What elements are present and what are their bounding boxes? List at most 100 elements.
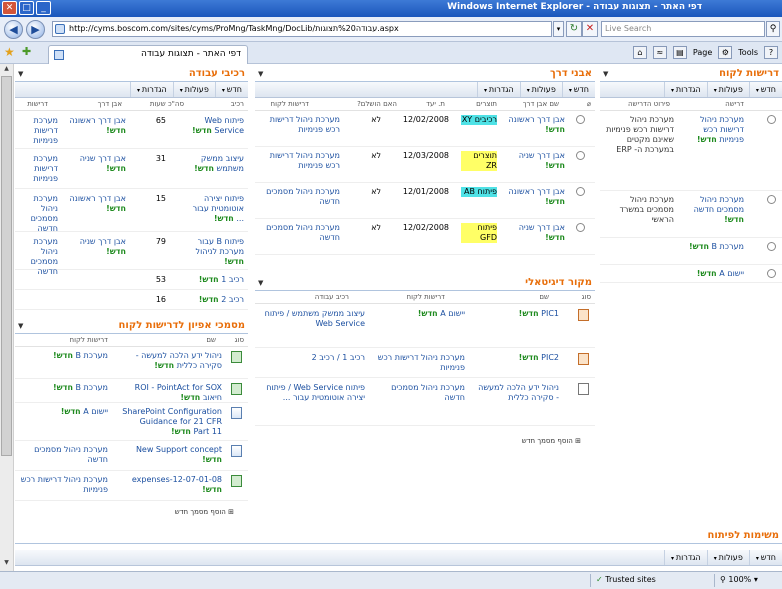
customer-req-link[interactable]: מערכת ניהול מסמכים חדשה bbox=[262, 223, 340, 243]
settings-menu[interactable]: הגדרות bbox=[476, 82, 520, 97]
document-link[interactable]: ROI - PointAct for SOX חיאוב bbox=[135, 383, 222, 402]
part-menu-icon[interactable]: ▼ bbox=[258, 279, 263, 287]
document-link[interactable]: expenses-12-07-01-08 bbox=[132, 475, 222, 484]
tools-menu[interactable]: Tools bbox=[738, 48, 758, 57]
requirement-link[interactable]: מערכת דרישות פנימיות bbox=[16, 154, 58, 184]
customer-req-link[interactable]: מערכת ניהול דרישות רכש פנימיות bbox=[262, 115, 340, 135]
row-select-radio[interactable] bbox=[767, 269, 776, 278]
document-link[interactable]: ניהול ידע הלכה למעשה - סקירה כללית bbox=[473, 383, 559, 403]
column-name[interactable]: שם bbox=[206, 336, 216, 344]
column-customer-req[interactable]: דרישות לקוח bbox=[407, 293, 445, 301]
requirement-link[interactable]: מערכת ניהול מסמכים חדשה bbox=[16, 194, 58, 234]
close-window-button[interactable]: ✕ bbox=[2, 1, 17, 15]
new-menu[interactable]: חדש bbox=[214, 82, 248, 97]
part-menu-icon[interactable]: ▼ bbox=[258, 70, 263, 78]
home-icon[interactable]: ⌂ bbox=[632, 46, 647, 59]
row-select-radio[interactable] bbox=[767, 242, 776, 251]
milestone-link[interactable]: אבן דרך ראשונה bbox=[508, 115, 565, 124]
actions-menu[interactable]: פעולות bbox=[172, 82, 215, 97]
customer-req-link[interactable]: מערכת ניהול מסמכים חדשה bbox=[262, 187, 340, 207]
milestone-link[interactable]: אבן דרך ראשונה bbox=[69, 116, 126, 125]
column-outputs[interactable]: תוצרים bbox=[476, 100, 497, 108]
customer-req-link[interactable]: מערכת ניהול דרישות רכש פנימיות bbox=[262, 151, 340, 171]
column-milestone-name[interactable]: שם אבן דרך bbox=[523, 100, 559, 108]
document-link[interactable]: New Support concept bbox=[136, 445, 222, 454]
document-link[interactable]: ניהול ידע הלכה למעשה - סקירה כללית bbox=[136, 351, 222, 370]
word-file-icon[interactable] bbox=[231, 445, 242, 457]
customer-req-link[interactable]: מערכת ניהול דרישות רכש פנימיות bbox=[16, 475, 108, 495]
component-link[interactable]: רכיב 2 bbox=[221, 295, 244, 304]
column-milestone[interactable]: אבן דרך bbox=[98, 100, 122, 108]
customer-req-link[interactable]: מערכת ניהול מסמכים חדשה bbox=[375, 383, 465, 403]
customer-req-link[interactable]: יישום A bbox=[440, 309, 465, 318]
security-zone[interactable]: ✓ Trusted sites bbox=[596, 575, 656, 584]
row-select-radio[interactable] bbox=[767, 195, 776, 204]
add-favorite-icon[interactable]: ✚ bbox=[22, 45, 31, 58]
customer-req-link[interactable]: מערכת B bbox=[76, 351, 109, 360]
stop-button[interactable]: ✕ bbox=[582, 21, 598, 37]
scroll-down-arrow-icon[interactable]: ▼ bbox=[1, 559, 12, 569]
row-select-radio[interactable] bbox=[767, 115, 776, 124]
scroll-up-arrow-icon[interactable]: ▲ bbox=[1, 65, 12, 75]
component-link[interactable]: רכיב 1 bbox=[221, 275, 244, 284]
column-name[interactable]: שם bbox=[539, 293, 549, 301]
forward-button[interactable]: ▶ bbox=[26, 20, 45, 39]
output-badge[interactable]: רכיבים XY bbox=[461, 115, 497, 125]
url-field[interactable]: http://cyms.boscom.com/sites/cyms/ProMng… bbox=[52, 21, 552, 37]
milestone-link[interactable]: אבן דרך שניה bbox=[80, 154, 126, 163]
new-menu[interactable]: חדש bbox=[748, 82, 782, 97]
zoom-level[interactable]: ⚲ 100% ▾ bbox=[720, 575, 758, 584]
customer-req-link[interactable]: יישום A bbox=[83, 407, 108, 416]
spreadsheet-file-icon[interactable] bbox=[231, 475, 242, 487]
document-link[interactable]: PIC1 bbox=[541, 309, 559, 318]
search-icon[interactable]: ⚲ bbox=[766, 21, 780, 37]
feeds-icon[interactable]: ≈ bbox=[652, 46, 667, 59]
milestone-link[interactable]: אבן דרך שניה bbox=[80, 237, 126, 246]
image-file-icon[interactable] bbox=[578, 353, 589, 365]
tools-gear-icon[interactable]: ⚙ bbox=[718, 46, 733, 59]
new-menu[interactable]: חדש bbox=[561, 82, 595, 97]
work-component-link[interactable]: רכיב 1 / רכיב 2 bbox=[261, 353, 365, 363]
milestone-link[interactable]: אבן דרך ראשונה bbox=[508, 187, 565, 196]
requirement-link[interactable]: מערכת ניהול מסמכים חדשה bbox=[694, 195, 744, 214]
column-completed[interactable]: האם הושלם? bbox=[357, 100, 397, 108]
output-badge[interactable]: פיתוח AB bbox=[461, 187, 497, 197]
column-customer-req[interactable]: דרישות לקוח bbox=[70, 336, 108, 344]
scrollbar-thumb[interactable] bbox=[1, 76, 12, 456]
word-file-icon[interactable] bbox=[231, 407, 242, 419]
settings-menu[interactable]: הגדרות bbox=[129, 82, 173, 97]
actions-menu[interactable]: פעולות bbox=[706, 82, 749, 97]
add-new-document-link[interactable]: ⊞ הוסף מסמך חדש bbox=[522, 437, 581, 445]
actions-menu[interactable]: פעולות bbox=[519, 82, 562, 97]
milestone-link[interactable]: אבן דרך שניה bbox=[519, 223, 565, 232]
customer-req-link[interactable]: מערכת ניהול מסמכים חדשה bbox=[16, 445, 108, 465]
part-menu-icon[interactable]: ▼ bbox=[603, 70, 608, 78]
row-select-radio[interactable] bbox=[576, 115, 585, 124]
add-new-document-link[interactable]: ⊞ הוסף מסמך חדש bbox=[175, 508, 234, 516]
output-badge[interactable]: פיתוח GFD bbox=[461, 223, 497, 243]
column-work-component[interactable]: רכיב עבודה bbox=[315, 293, 349, 301]
column-details[interactable]: פירוט הדרישה bbox=[628, 100, 670, 108]
actions-menu[interactable]: פעולות bbox=[706, 550, 749, 565]
print-icon[interactable]: ▤ bbox=[672, 46, 687, 59]
refresh-button[interactable]: ↻ bbox=[566, 21, 582, 37]
customer-req-link[interactable]: מערכת B bbox=[76, 383, 109, 392]
customer-req-link[interactable]: מערכת ניהול דרישות רכש פנימיות bbox=[375, 353, 465, 373]
spreadsheet-file-icon[interactable] bbox=[231, 383, 242, 395]
work-component-link[interactable]: עיצוב ממשק משתמש / פיתוח Web Service bbox=[261, 309, 365, 329]
back-button[interactable]: ◀ bbox=[4, 20, 23, 39]
settings-menu[interactable]: הגדרות bbox=[663, 82, 707, 97]
column-type[interactable]: סוג bbox=[235, 336, 244, 344]
column-total-hours[interactable]: סה"כ שעות bbox=[150, 100, 184, 108]
row-select-radio[interactable] bbox=[576, 223, 585, 232]
milestone-link[interactable]: אבן דרך ראשונה bbox=[69, 194, 126, 203]
column-requirements[interactable]: דרישות bbox=[27, 100, 48, 108]
milestone-link[interactable]: אבן דרך שניה bbox=[519, 151, 565, 160]
new-menu[interactable]: חדש bbox=[748, 550, 782, 565]
vertical-scrollbar[interactable]: ▲ ▼ bbox=[0, 64, 14, 571]
document-file-icon[interactable] bbox=[578, 383, 589, 395]
requirement-link[interactable]: מערכת דרישות פנימיות bbox=[16, 116, 58, 146]
image-file-icon[interactable] bbox=[578, 309, 589, 321]
requirement-link[interactable]: יישום A bbox=[719, 269, 744, 278]
part-menu-icon[interactable]: ▼ bbox=[18, 70, 23, 78]
